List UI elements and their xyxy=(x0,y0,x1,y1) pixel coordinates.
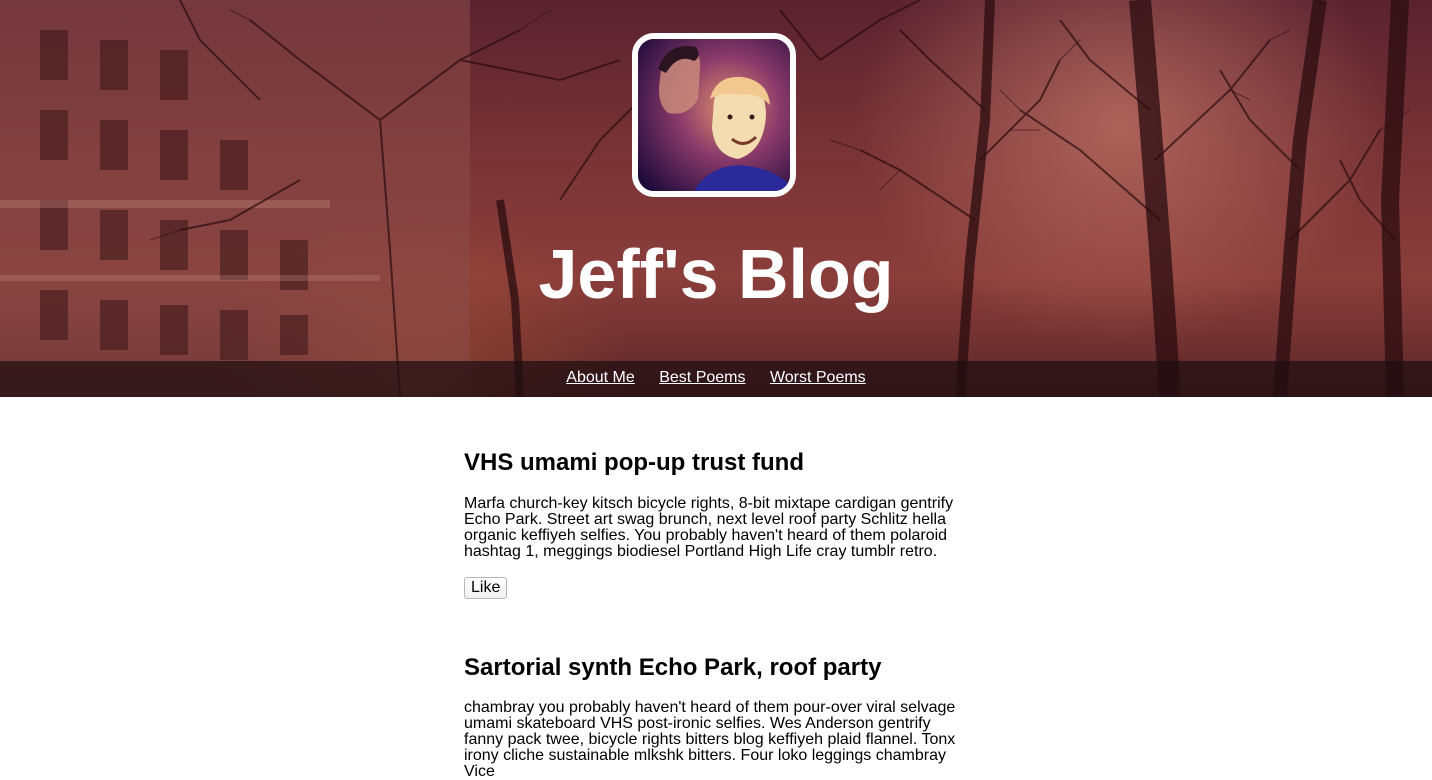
post-title: VHS umami pop-up trust fund xyxy=(464,449,804,476)
post-body-line: fanny pack twee, bicycle rights bitters … xyxy=(464,731,956,748)
post-body-line: Vice xyxy=(464,763,495,780)
avatar xyxy=(632,33,796,197)
post: VHS umami pop-up trust fund Marfa church… xyxy=(464,449,974,599)
site-title: Jeff's Blog xyxy=(538,235,894,313)
post-body-line: chambray you probably haven't heard of t… xyxy=(464,699,956,716)
nav-link-about-me[interactable]: About Me xyxy=(566,361,634,395)
hero-header: Jeff's Blog About Me Best Poems Worst Po… xyxy=(0,0,1432,397)
post-body-line: irony cliche sustainable mlkshk bitters.… xyxy=(464,747,946,764)
post-body-line: Echo Park. Street art swag brunch, next … xyxy=(464,511,947,528)
post-title: Sartorial synth Echo Park, roof party xyxy=(464,654,882,681)
avatar-photo xyxy=(638,39,790,191)
nav-link-best-poems[interactable]: Best Poems xyxy=(659,361,745,395)
post-body-line: organic keffiyeh selfies. You probably h… xyxy=(464,527,948,544)
post-body: chambray you probably haven't heard of t… xyxy=(464,700,974,780)
post-body-line: hashtag 1, meggings biodiesel Portland H… xyxy=(464,543,938,560)
post-body-line: Marfa church-key kitsch bicycle rights, … xyxy=(464,495,954,512)
like-button[interactable]: Like xyxy=(464,577,508,599)
post-body: Marfa church-key kitsch bicycle rights, … xyxy=(464,496,974,560)
nav-bar: About Me Best Poems Worst Poems xyxy=(0,361,1432,397)
post-body-line: umami skateboard VHS post-ironic selfies… xyxy=(464,715,931,732)
post: Sartorial synth Echo Park, roof party ch… xyxy=(464,654,974,780)
nav-link-worst-poems[interactable]: Worst Poems xyxy=(770,361,866,395)
